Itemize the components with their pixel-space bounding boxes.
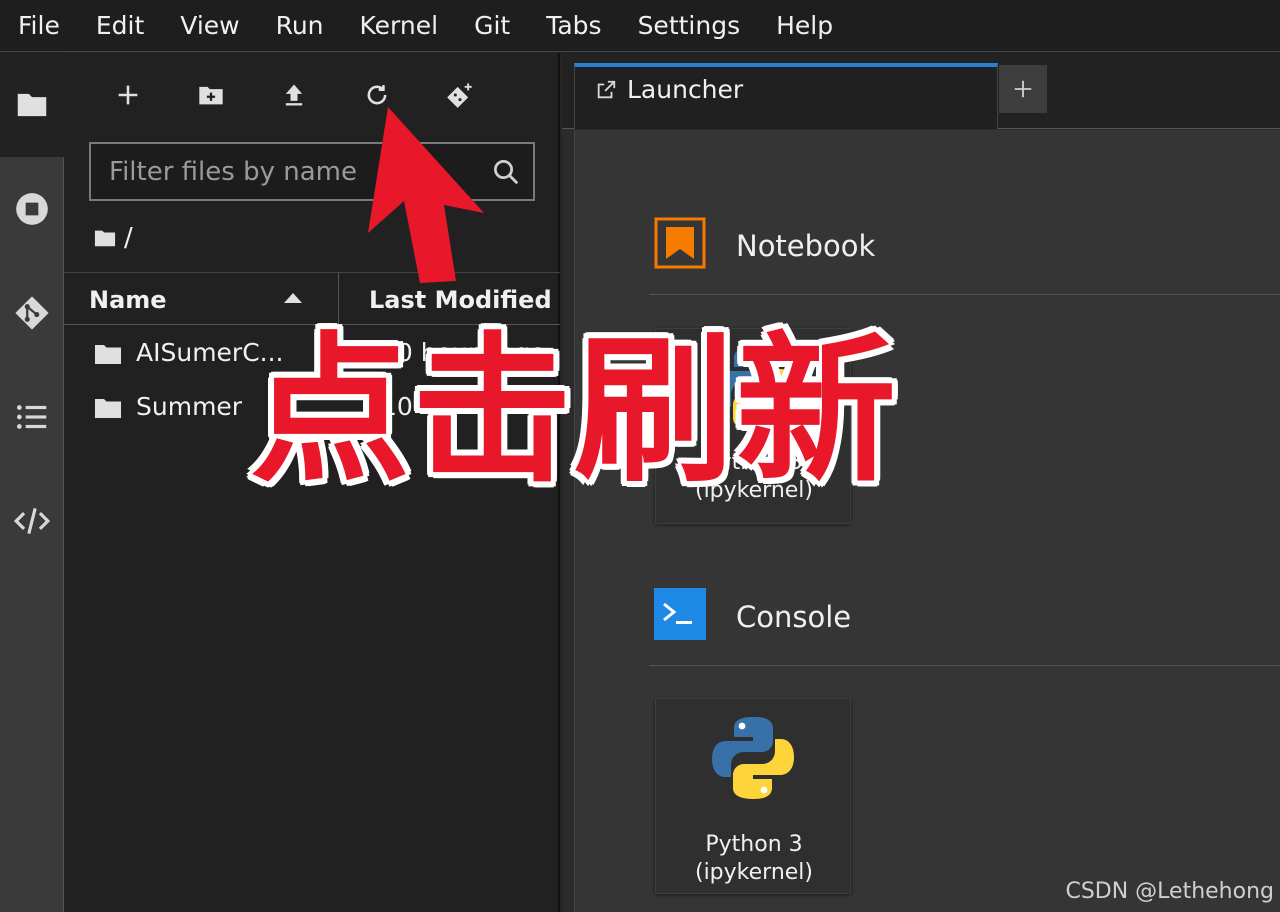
upload-icon bbox=[285, 84, 303, 106]
launcher: Notebook Python 3 (ipykernel) Console Py… bbox=[574, 130, 1280, 912]
tab-launcher[interactable]: Launcher bbox=[574, 63, 998, 129]
code-snippets-icon bbox=[13, 507, 51, 535]
card-label-sub: (ipykernel) bbox=[694, 860, 813, 885]
activity-git[interactable] bbox=[0, 261, 64, 365]
menu-bar: File Edit View Run Kernel Git Tabs Setti… bbox=[0, 0, 1280, 52]
section-divider bbox=[649, 294, 1280, 295]
git-icon bbox=[15, 296, 49, 330]
running-stop-icon bbox=[16, 193, 48, 225]
menu-help[interactable]: Help bbox=[776, 11, 833, 40]
column-name-header[interactable]: Name bbox=[89, 286, 167, 314]
home-folder-icon[interactable] bbox=[94, 228, 116, 248]
activity-running[interactable] bbox=[0, 157, 64, 261]
plus-icon bbox=[118, 85, 138, 105]
new-folder-button[interactable] bbox=[189, 77, 233, 113]
folder-icon bbox=[95, 345, 121, 364]
section-title-console: Console bbox=[736, 600, 852, 634]
new-folder-icon bbox=[199, 86, 223, 105]
menu-tabs[interactable]: Tabs bbox=[546, 11, 601, 40]
notebook-icon bbox=[654, 217, 706, 269]
annotation-caption: 点击刷新 bbox=[250, 317, 899, 504]
file-name: Summer bbox=[136, 392, 243, 421]
new-tab-button[interactable] bbox=[999, 65, 1047, 113]
console-python3-card[interactable]: Python 3 (ipykernel) bbox=[655, 698, 851, 894]
tab-bar: Launcher bbox=[562, 53, 1280, 129]
activity-bar bbox=[0, 53, 64, 912]
menu-edit[interactable]: Edit bbox=[96, 11, 144, 40]
activity-toc[interactable] bbox=[0, 365, 64, 469]
launch-icon bbox=[597, 80, 616, 99]
menu-view[interactable]: View bbox=[180, 11, 239, 40]
menu-run[interactable]: Run bbox=[276, 11, 324, 40]
new-launcher-button[interactable] bbox=[106, 77, 150, 113]
table-of-contents-icon bbox=[16, 405, 47, 429]
menu-kernel[interactable]: Kernel bbox=[360, 11, 439, 40]
console-icon bbox=[654, 588, 706, 640]
sort-ascending-icon bbox=[284, 293, 302, 303]
folder-icon bbox=[95, 399, 121, 418]
breadcrumb-root[interactable]: / bbox=[124, 223, 133, 253]
tab-label: Launcher bbox=[627, 75, 744, 104]
menu-settings[interactable]: Settings bbox=[638, 11, 741, 40]
menu-file[interactable]: File bbox=[18, 11, 60, 40]
breadcrumb: / bbox=[94, 223, 133, 253]
section-divider bbox=[649, 665, 1280, 666]
column-modified-header[interactable]: Last Modified bbox=[369, 286, 552, 314]
watermark: CSDN @Lethehong bbox=[1065, 879, 1274, 904]
activity-code-snippets[interactable] bbox=[0, 469, 64, 573]
section-title-notebook: Notebook bbox=[736, 229, 876, 263]
upload-button[interactable] bbox=[272, 77, 316, 113]
folder-icon bbox=[17, 93, 47, 117]
python-logo-icon bbox=[712, 717, 794, 799]
menu-git[interactable]: Git bbox=[474, 11, 510, 40]
activity-file-browser[interactable] bbox=[0, 53, 64, 157]
card-label: Python 3 bbox=[705, 832, 803, 857]
plus-icon bbox=[1014, 80, 1032, 98]
annotation-arrow-icon bbox=[368, 107, 484, 283]
